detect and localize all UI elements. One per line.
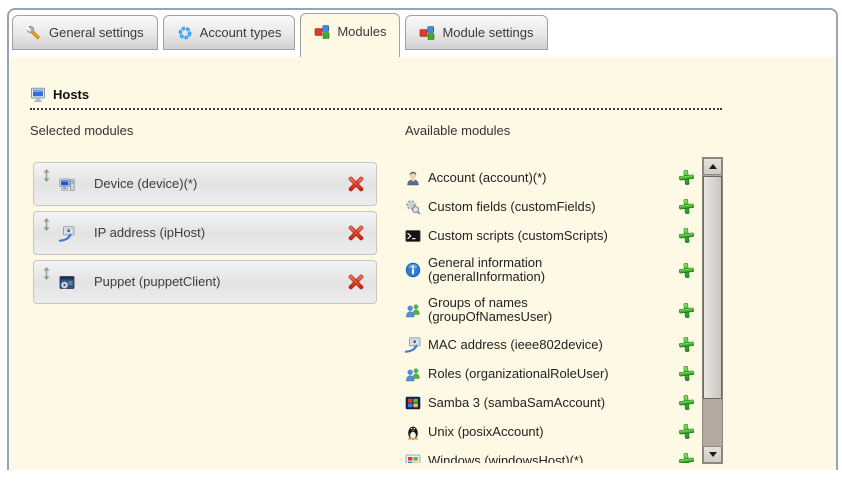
available-modules-heading: Available modules — [405, 123, 510, 138]
available-module-groupofnames: Groups of names (groupOfNamesUser) — [405, 296, 701, 324]
settings-window: General settings Account types Modules M… — [7, 8, 838, 470]
add-icon — [678, 262, 695, 279]
available-module-ieee802device: MAC address (ieee802device) — [405, 336, 701, 353]
network-icon — [59, 226, 75, 242]
module-label: Unix (posixAccount) — [428, 425, 544, 439]
add-icon — [678, 365, 695, 382]
module-label: Puppet (puppetClient) — [94, 261, 220, 303]
add-module-button[interactable] — [678, 169, 695, 186]
person-icon — [405, 170, 421, 186]
arrow-up-icon — [709, 164, 717, 169]
hosts-section-header: Hosts — [30, 86, 722, 110]
available-module-samba3: Samba 3 (sambaSamAccount) — [405, 394, 701, 411]
samba-icon — [405, 395, 421, 411]
add-module-button[interactable] — [678, 262, 695, 279]
tab-label: Modules — [337, 24, 386, 39]
available-module-account: Account (account)(*) — [405, 169, 701, 186]
add-icon — [678, 198, 695, 215]
available-module-roles: Roles (organizationalRoleUser) — [405, 365, 701, 382]
computer-icon — [59, 177, 75, 193]
module-label: Device (device)(*) — [94, 163, 197, 205]
add-module-button[interactable] — [678, 302, 695, 319]
module-label: Custom fields (customFields) — [428, 200, 596, 214]
modules-icon — [314, 24, 330, 40]
selected-module-device[interactable]: Device (device)(*) — [33, 162, 377, 206]
selected-modules-heading: Selected modules — [30, 123, 133, 138]
group-icon — [405, 366, 421, 382]
remove-module-button[interactable] — [346, 272, 366, 292]
tab-label: Account types — [200, 25, 282, 40]
terminal-icon — [405, 228, 421, 244]
windows-icon — [405, 453, 421, 464]
add-module-button[interactable] — [678, 452, 695, 463]
delete-icon — [346, 272, 366, 292]
info-icon — [405, 262, 421, 278]
add-icon — [678, 423, 695, 440]
sync-icon — [177, 25, 193, 41]
module-label: General information (generalInformation) — [428, 256, 640, 284]
tab-module-settings[interactable]: Module settings — [405, 15, 547, 50]
scroll-down-button[interactable] — [703, 446, 722, 463]
available-modules-scrollbar[interactable] — [702, 157, 723, 464]
available-module-customscripts: Custom scripts (customScripts) — [405, 227, 701, 244]
selected-module-puppet[interactable]: Puppet (puppetClient) — [33, 260, 377, 304]
module-label: MAC address (ieee802device) — [428, 338, 603, 352]
scroll-up-button[interactable] — [703, 158, 722, 175]
module-label: IP address (ipHost) — [94, 212, 205, 254]
arrow-down-icon — [709, 452, 717, 457]
add-module-button[interactable] — [678, 423, 695, 440]
add-module-button[interactable] — [678, 227, 695, 244]
module-label: Roles (organizationalRoleUser) — [428, 367, 609, 381]
tab-label: Module settings — [442, 25, 533, 40]
tab-label: General settings — [49, 25, 144, 40]
section-title: Hosts — [53, 87, 89, 102]
modules-icon — [419, 25, 435, 41]
module-label: Account (account)(*) — [428, 171, 547, 185]
available-modules-list: Account (account)(*) Custom fields (cust… — [405, 157, 701, 463]
available-module-windows: Windows (windowsHost)(*) — [405, 452, 701, 463]
network-icon — [405, 337, 421, 353]
remove-module-button[interactable] — [346, 223, 366, 243]
delete-icon — [346, 174, 366, 194]
selected-module-iphost[interactable]: IP address (ipHost) — [33, 211, 377, 255]
modules-tab-panel: Hosts Selected modules Available modules… — [9, 57, 836, 470]
gear-search-icon — [405, 199, 421, 215]
tux-icon — [405, 424, 421, 440]
add-module-button[interactable] — [678, 198, 695, 215]
module-label: Groups of names (groupOfNamesUser) — [428, 296, 640, 324]
wrench-icon — [26, 25, 42, 41]
remove-module-button[interactable] — [346, 174, 366, 194]
tab-bar: General settings Account types Modules M… — [9, 10, 836, 57]
drag-handle-icon[interactable] — [42, 169, 51, 182]
add-module-button[interactable] — [678, 394, 695, 411]
add-icon — [678, 394, 695, 411]
tab-account-types[interactable]: Account types — [163, 15, 296, 50]
scrollbar-thumb[interactable] — [703, 176, 722, 399]
add-module-button[interactable] — [678, 336, 695, 353]
module-label: Custom scripts (customScripts) — [428, 229, 608, 243]
add-icon — [678, 452, 695, 463]
add-icon — [678, 302, 695, 319]
add-icon — [678, 336, 695, 353]
drag-handle-icon[interactable] — [42, 218, 51, 231]
available-module-generalinformation: General information (generalInformation) — [405, 256, 701, 284]
drag-handle-icon[interactable] — [42, 267, 51, 280]
selected-modules-list: Device (device)(*) IP address (ipHost) — [33, 162, 377, 309]
delete-icon — [346, 223, 366, 243]
available-module-customfields: Custom fields (customFields) — [405, 198, 701, 215]
module-label: Windows (windowsHost)(*) — [428, 454, 583, 464]
tab-modules[interactable]: Modules — [300, 13, 400, 57]
add-icon — [678, 169, 695, 186]
add-icon — [678, 227, 695, 244]
add-module-button[interactable] — [678, 365, 695, 382]
module-label: Samba 3 (sambaSamAccount) — [428, 396, 605, 410]
group-icon — [405, 302, 421, 318]
tab-general-settings[interactable]: General settings — [12, 15, 158, 50]
available-module-unix: Unix (posixAccount) — [405, 423, 701, 440]
monitor-icon — [30, 87, 46, 103]
puppet-icon — [59, 275, 75, 291]
